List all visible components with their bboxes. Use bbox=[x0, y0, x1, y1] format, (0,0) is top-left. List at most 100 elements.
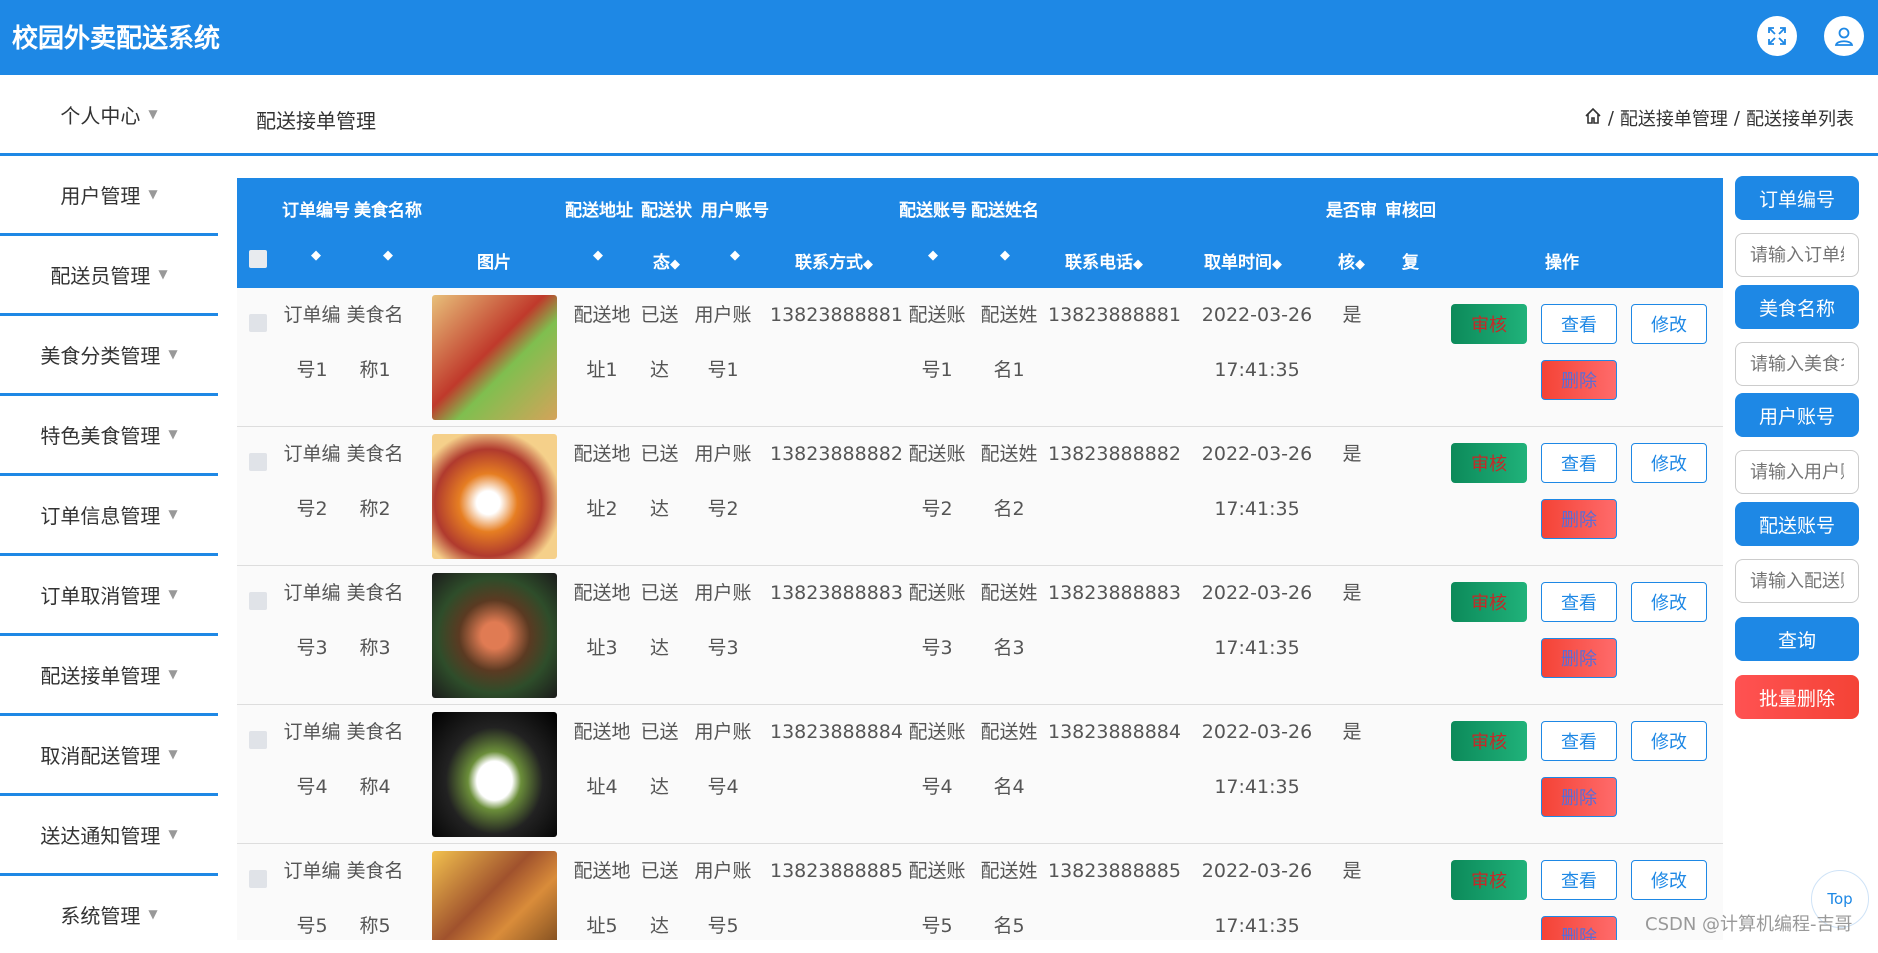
cell-food-name-line2: 称1 bbox=[359, 359, 391, 381]
sidebar-item-food-categories[interactable]: 美食分类管理 ▼ bbox=[0, 315, 218, 396]
row-checkbox[interactable] bbox=[249, 870, 267, 888]
cell-audited: 是 bbox=[1342, 582, 1362, 604]
cell-pickup-time: 2022-03-26 17:41:35 bbox=[1182, 427, 1332, 537]
th-reply-2: 复 bbox=[1402, 253, 1419, 273]
sidebar-item-label: 系统管理 bbox=[60, 903, 141, 928]
edit-button[interactable]: 修改 bbox=[1631, 443, 1707, 483]
cell-address-line1: 配送地 bbox=[573, 304, 631, 326]
home-icon[interactable] bbox=[1584, 107, 1602, 130]
cell-pickup-time-line1: 2022-03-26 bbox=[1201, 582, 1313, 604]
breadcrumb-item[interactable]: 配送接单管理 bbox=[1620, 105, 1728, 131]
delete-button[interactable]: 删除 bbox=[1541, 499, 1617, 539]
cell-user-account-line1: 用户账 bbox=[694, 443, 752, 465]
sidebar-item-profile[interactable]: 个人中心 ▼ bbox=[0, 75, 218, 156]
select-all-checkbox[interactable] bbox=[249, 250, 267, 268]
view-button[interactable]: 查看 bbox=[1541, 304, 1617, 344]
row-checkbox[interactable] bbox=[249, 592, 267, 610]
cell-contact: 13823888882 bbox=[770, 443, 903, 465]
th-audited-2[interactable]: 核◆ bbox=[1338, 248, 1365, 273]
row-checkbox[interactable] bbox=[249, 453, 267, 471]
sort-icon[interactable]: ◆ bbox=[383, 248, 393, 263]
view-button[interactable]: 查看 bbox=[1541, 582, 1617, 622]
food-image bbox=[432, 434, 557, 559]
cell-courier-account-line2: 号5 bbox=[921, 915, 953, 937]
audit-button[interactable]: 审核 bbox=[1451, 304, 1527, 344]
th-pickup-time[interactable]: 取单时间◆ bbox=[1204, 248, 1282, 273]
cell-courier-name: 配送姓 名5 bbox=[974, 844, 1044, 940]
sidebar-item-users[interactable]: 用户管理 ▼ bbox=[0, 155, 218, 236]
cell-courier-account: 配送账 号4 bbox=[902, 705, 972, 815]
delete-button[interactable]: 删除 bbox=[1541, 638, 1617, 678]
th-phone[interactable]: 联系电话◆ bbox=[1065, 248, 1143, 273]
cell-pickup-time: 2022-03-26 17:41:35 bbox=[1182, 288, 1332, 398]
sort-icon[interactable]: ◆ bbox=[1000, 248, 1010, 263]
search-button[interactable]: 查询 bbox=[1735, 617, 1859, 661]
edit-button[interactable]: 修改 bbox=[1631, 860, 1707, 900]
view-button[interactable]: 查看 bbox=[1541, 860, 1617, 900]
row-checkbox[interactable] bbox=[249, 731, 267, 749]
cell-audited: 是 bbox=[1342, 860, 1362, 882]
table-row: 订单编 号2 美食名 称2 配送地 址2 已送 达 用户账 号2 配送账 号2 … bbox=[237, 427, 1723, 567]
cell-courier-name: 配送姓 名3 bbox=[974, 566, 1044, 676]
cell-address-line1: 配送地 bbox=[573, 582, 631, 604]
edit-button[interactable]: 修改 bbox=[1631, 721, 1707, 761]
sort-icon[interactable]: ◆ bbox=[311, 248, 321, 263]
audit-button[interactable]: 审核 bbox=[1451, 721, 1527, 761]
sidebar-item-label: 配送接单管理 bbox=[40, 663, 161, 688]
sidebar-item-label: 订单取消管理 bbox=[40, 583, 161, 608]
audit-button[interactable]: 审核 bbox=[1451, 582, 1527, 622]
cell-status-line1: 已送 bbox=[640, 304, 679, 326]
cell-address-line2: 址5 bbox=[586, 915, 618, 937]
cell-pickup-time-line1: 2022-03-26 bbox=[1201, 860, 1313, 882]
search-input-food-name[interactable] bbox=[1735, 342, 1859, 386]
edit-button[interactable]: 修改 bbox=[1631, 582, 1707, 622]
cell-order-no-line2: 号2 bbox=[296, 498, 328, 520]
th-contact[interactable]: 联系方式◆ bbox=[795, 248, 873, 273]
cell-courier-account-line1: 配送账 bbox=[908, 443, 966, 465]
cell-order-no-line2: 号4 bbox=[296, 776, 328, 798]
cell-courier-account: 配送账 号3 bbox=[902, 566, 972, 676]
sort-icon[interactable]: ◆ bbox=[593, 248, 603, 263]
cell-user-account-line2: 号1 bbox=[707, 359, 739, 381]
view-button[interactable]: 查看 bbox=[1541, 721, 1617, 761]
sidebar-item-delivery-accept[interactable]: 配送接单管理 ▼ bbox=[0, 635, 218, 716]
sidebar-item-special-food[interactable]: 特色美食管理 ▼ bbox=[0, 395, 218, 476]
sidebar-item-label: 订单信息管理 bbox=[40, 503, 161, 528]
sidebar-item-system[interactable]: 系统管理 ▼ bbox=[0, 875, 218, 953]
batch-delete-button[interactable]: 批量删除 bbox=[1735, 675, 1859, 719]
cell-order-no-line1: 订单编 bbox=[283, 582, 341, 604]
delete-button[interactable]: 删除 bbox=[1541, 916, 1617, 940]
user-icon[interactable] bbox=[1824, 16, 1864, 56]
sidebar-item-delivery-notice[interactable]: 送达通知管理 ▼ bbox=[0, 795, 218, 876]
audit-button[interactable]: 审核 bbox=[1451, 860, 1527, 900]
delete-button[interactable]: 删除 bbox=[1541, 777, 1617, 817]
cell-user-account-line2: 号2 bbox=[707, 498, 739, 520]
sidebar-item-orders[interactable]: 订单信息管理 ▼ bbox=[0, 475, 218, 556]
sidebar-item-couriers[interactable]: 配送员管理 ▼ bbox=[0, 235, 218, 316]
sidebar-item-order-cancel[interactable]: 订单取消管理 ▼ bbox=[0, 555, 218, 636]
audit-button[interactable]: 审核 bbox=[1451, 443, 1527, 483]
cell-status: 已送 达 bbox=[637, 288, 682, 398]
cell-status-line1: 已送 bbox=[640, 721, 679, 743]
sort-icon[interactable]: ◆ bbox=[730, 248, 740, 263]
view-button[interactable]: 查看 bbox=[1541, 443, 1617, 483]
row-checkbox[interactable] bbox=[249, 314, 267, 332]
th-status-2[interactable]: 态◆ bbox=[653, 248, 680, 273]
cell-food-name-line2: 称3 bbox=[359, 637, 391, 659]
th-courier-account: 配送账号 bbox=[899, 201, 967, 221]
cell-order-no-line1: 订单编 bbox=[283, 721, 341, 743]
edit-button[interactable]: 修改 bbox=[1631, 304, 1707, 344]
search-label-user-account: 用户账号 bbox=[1735, 393, 1859, 437]
cell-food-name-line1: 美食名 bbox=[346, 721, 404, 743]
app-title: 校园外卖配送系统 bbox=[12, 24, 221, 54]
search-input-order-no[interactable] bbox=[1735, 233, 1859, 277]
search-input-user-account[interactable] bbox=[1735, 450, 1859, 494]
delete-button[interactable]: 删除 bbox=[1541, 360, 1617, 400]
sort-icon[interactable]: ◆ bbox=[928, 248, 938, 263]
cell-user-account-line1: 用户账 bbox=[694, 304, 752, 326]
search-input-courier-account[interactable] bbox=[1735, 559, 1859, 603]
expand-icon[interactable] bbox=[1757, 16, 1797, 56]
sidebar-item-delivery-cancel[interactable]: 取消配送管理 ▼ bbox=[0, 715, 218, 796]
breadcrumb-item: 配送接单列表 bbox=[1746, 109, 1854, 130]
cell-status-line2: 达 bbox=[649, 498, 669, 520]
